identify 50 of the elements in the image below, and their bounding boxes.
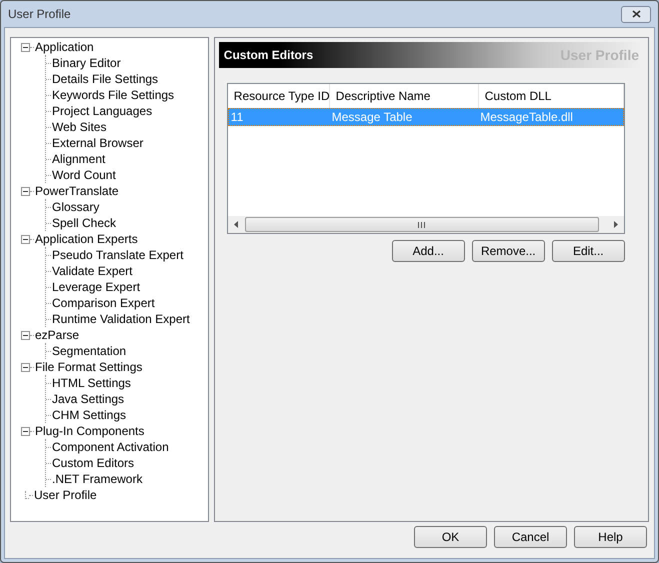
tree-item[interactable]: Java Settings: [51, 390, 126, 408]
window-title: User Profile: [8, 6, 71, 23]
dialog-button[interactable]: Cancel: [494, 526, 567, 548]
tree-item[interactable]: User Profile: [33, 486, 98, 504]
dialog-button[interactable]: OK: [414, 526, 487, 548]
table-cell-text: Message Table: [330, 109, 414, 126]
tree-item[interactable]: File Format Settings: [34, 358, 144, 376]
tree-item[interactable]: Web Sites: [51, 118, 108, 136]
collapse-icon[interactable]: [21, 186, 30, 196]
tree-item[interactable]: Runtime Validation Expert: [51, 310, 191, 328]
tree-item[interactable]: Keywords File Settings: [51, 86, 176, 104]
horizontal-scrollbar[interactable]: [228, 216, 624, 233]
tree-item[interactable]: Application Experts: [34, 230, 139, 248]
panel-title: Custom Editors: [224, 47, 314, 64]
panel-button[interactable]: Edit...: [552, 240, 625, 262]
tree-item[interactable]: Project Languages: [51, 102, 154, 120]
panel-button[interactable]: Add...: [392, 240, 465, 262]
tree-item[interactable]: Word Count: [51, 166, 117, 184]
tree-item[interactable]: HTML Settings: [51, 374, 132, 392]
collapse-icon[interactable]: [21, 330, 30, 340]
table-cell-text: MessageTable.dll: [479, 109, 574, 126]
tree-item[interactable]: Binary Editor: [51, 54, 122, 72]
collapse-icon[interactable]: [21, 42, 30, 52]
panel-button[interactable]: Remove...: [472, 240, 545, 262]
close-icon: [632, 10, 640, 18]
collapse-icon[interactable]: [21, 362, 30, 372]
tree-item[interactable]: Spell Check: [51, 214, 118, 232]
collapse-icon[interactable]: [21, 234, 30, 244]
tree-item[interactable]: Pseudo Translate Expert: [51, 246, 184, 264]
tree-item[interactable]: Custom Editors: [51, 454, 136, 472]
tree-item[interactable]: Component Activation: [51, 438, 170, 456]
tree-item[interactable]: Application: [34, 38, 95, 56]
tree-item[interactable]: Leverage Expert: [51, 278, 142, 296]
tree-item[interactable]: Alignment: [51, 150, 106, 168]
grip-icon: [418, 222, 426, 228]
dialog-button[interactable]: Help: [574, 526, 647, 548]
tree-item[interactable]: Validate Expert: [51, 262, 134, 280]
tree-item[interactable]: Details File Settings: [51, 70, 160, 88]
tree-item[interactable]: .NET Framework: [51, 470, 144, 488]
table-cell-text: 11: [230, 109, 244, 126]
tree-item[interactable]: External Browser: [51, 134, 144, 152]
tree-item[interactable]: Plug-In Components: [34, 422, 146, 440]
tree-item[interactable]: ezParse: [34, 326, 80, 344]
tree-item[interactable]: CHM Settings: [51, 406, 128, 424]
close-button[interactable]: [621, 6, 651, 22]
tree-item[interactable]: PowerTranslate: [34, 182, 120, 200]
tree-item[interactable]: Glossary: [51, 198, 100, 216]
collapse-icon[interactable]: [21, 426, 30, 436]
tree-item[interactable]: Comparison Expert: [51, 294, 156, 312]
tree-item[interactable]: Segmentation: [51, 342, 128, 360]
